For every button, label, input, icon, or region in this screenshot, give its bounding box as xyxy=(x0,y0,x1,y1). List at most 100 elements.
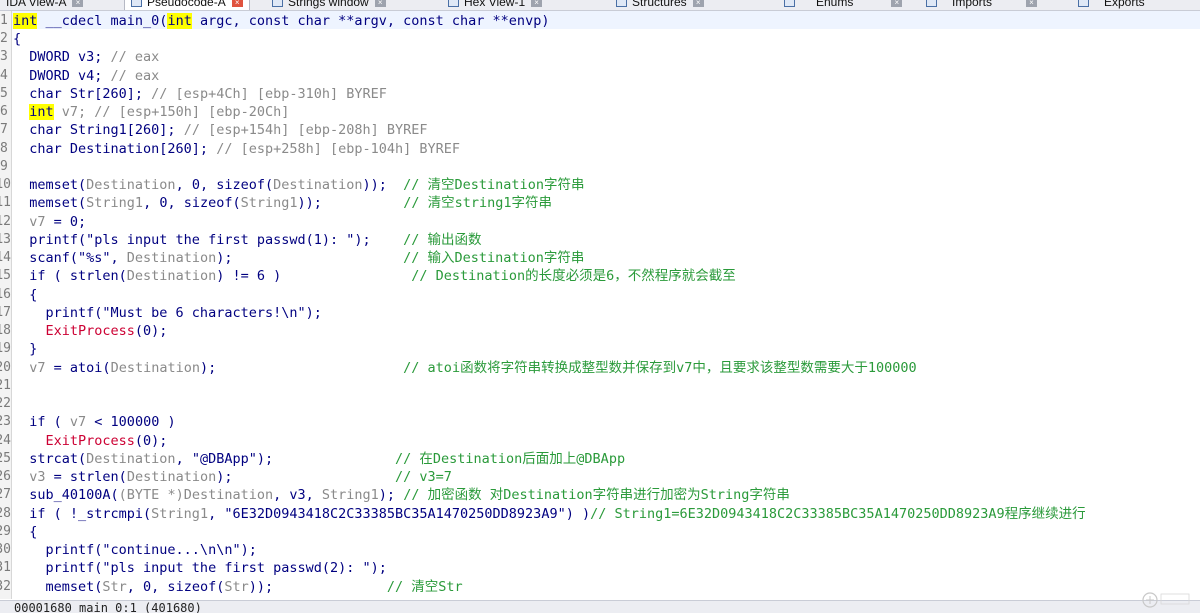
code-line-5[interactable]: char Str[260]; // [esp+4Ch] [ebp-310h] B… xyxy=(13,85,387,103)
watermark-logo xyxy=(1142,592,1190,608)
tab-ida-view-a[interactable]: IDA View-A × xyxy=(6,0,84,10)
line-number: 24 xyxy=(0,433,11,448)
code-line-15[interactable]: if ( strlen(Destination) != 6 ) // Desti… xyxy=(13,267,735,285)
code-text: __cdecl main_0( xyxy=(37,13,168,29)
close-icon[interactable]: × xyxy=(374,0,386,7)
close-icon[interactable]: × xyxy=(531,0,543,7)
code-line-11[interactable]: memset(String1, 0, sizeof(String1)); // … xyxy=(13,194,552,212)
code-text: printf("pls input the first passwd(1): "… xyxy=(13,232,404,248)
line-number: 3 xyxy=(0,49,8,64)
keyword-int-highlighted: int xyxy=(167,13,192,29)
code-line-2[interactable]: { xyxy=(13,30,21,48)
line-number: 14 xyxy=(0,250,11,265)
code-line-16[interactable]: { xyxy=(13,286,37,304)
code-comment: // v3=7 xyxy=(395,469,452,485)
close-icon[interactable]: × xyxy=(891,0,903,7)
code-comment: // String1=6E32D0943418C2C33385BC35A1470… xyxy=(590,506,1086,522)
code-text: , 0, sizeof( xyxy=(126,579,225,595)
code-comment: // 输出函数 xyxy=(403,232,482,248)
code-line-1[interactable]: int __cdecl main_0(int argc, const char … xyxy=(13,12,549,30)
tab-label: Imports xyxy=(952,0,993,9)
line-number: 28 xyxy=(0,506,11,521)
code-text: ); xyxy=(216,469,396,485)
code-line-24[interactable]: ExitProcess(0); xyxy=(13,432,168,450)
code-line-8[interactable]: char Destination[260]; // [esp+258h] [eb… xyxy=(13,140,460,158)
variable: String1 xyxy=(86,195,144,211)
tab-pseudocode-a[interactable]: Pseudocode-A × xyxy=(124,0,250,10)
code-text: < 100000 ) xyxy=(86,414,176,430)
code-line-7[interactable]: char String1[260]; // [esp+154h] [ebp-20… xyxy=(13,121,427,139)
tab-imports[interactable]: Imports × xyxy=(926,0,1038,10)
variable: Destination xyxy=(126,250,217,266)
code-line-29[interactable]: { xyxy=(13,523,37,541)
code-text: = 0; xyxy=(45,214,87,230)
code-text: , "6E32D0943418C2C33385BC35A1470250DD892… xyxy=(208,506,591,522)
window-icon xyxy=(131,0,142,7)
code-line-3[interactable]: DWORD v3; // eax xyxy=(13,48,159,66)
code-line-19[interactable]: } xyxy=(13,340,37,358)
close-icon[interactable]: × xyxy=(231,0,243,7)
code-line-32[interactable]: memset(Str, 0, sizeof(Str)); // 清空Str xyxy=(13,578,463,596)
close-icon[interactable]: × xyxy=(72,0,84,7)
code-line-30[interactable]: printf("continue...\n\n"); xyxy=(13,541,257,559)
variable: Str xyxy=(102,579,127,595)
tab-exports[interactable]: Exports xyxy=(1078,0,1145,10)
code-comment: // 加密函数 对Destination字符串进行加密为String字符串 xyxy=(403,487,790,503)
pseudocode-editor[interactable]: 1 2 3 4 5 6 7 8 9 10 11 12 13 14 15 16 1… xyxy=(0,11,1200,599)
code-line-14[interactable]: scanf("%s", Destination); // 输入Destinati… xyxy=(13,249,584,267)
window-icon xyxy=(272,0,283,7)
code-line-23[interactable]: if ( v7 < 100000 ) xyxy=(13,413,176,431)
code-line-12[interactable]: v7 = 0; xyxy=(13,213,86,231)
tab-strings-window[interactable]: Strings window × xyxy=(272,0,386,10)
code-text: , 0, sizeof( xyxy=(143,195,241,211)
line-number: 32 xyxy=(0,579,11,594)
tab-structures[interactable]: Structures × xyxy=(616,0,704,10)
code-line-25[interactable]: strcat(Destination, "@DBApp"); // 在Desti… xyxy=(13,450,625,468)
code-text: char Str[260]; xyxy=(13,86,152,102)
tab-label: Enums xyxy=(816,0,854,9)
variable: Destination xyxy=(126,469,217,485)
close-icon[interactable]: × xyxy=(692,0,704,7)
variable: Destination xyxy=(273,177,363,193)
code-text: if ( !_strcmpi( xyxy=(13,506,152,522)
window-icon xyxy=(784,0,795,7)
variable: String1 xyxy=(240,195,298,211)
code-text: ); xyxy=(216,250,404,266)
line-number: 31 xyxy=(0,560,11,575)
code-line-6[interactable]: int v7; // [esp+150h] [ebp-20Ch] xyxy=(13,103,289,121)
variable: Str xyxy=(224,579,249,595)
code-text: memset( xyxy=(13,177,87,193)
tab-enums[interactable]: Enums × xyxy=(784,0,903,10)
code-line-28[interactable]: if ( !_strcmpi(String1, "6E32D0943418C2C… xyxy=(13,505,1086,523)
window-icon xyxy=(1078,0,1089,7)
variable: v7 xyxy=(29,214,46,230)
code-line-26[interactable]: v3 = strlen(Destination); // v3=7 xyxy=(13,468,452,486)
status-address: 00001680 main_0:1 (401680) xyxy=(14,601,202,613)
line-number: 19 xyxy=(0,341,11,356)
line-number: 13 xyxy=(0,232,11,247)
code-line-10[interactable]: memset(Destination, 0, sizeof(Destinatio… xyxy=(13,176,584,194)
tab-hex-view-1[interactable]: Hex View-1 × xyxy=(448,0,543,10)
code-text: sub_40100A( xyxy=(13,487,119,503)
code-line-13[interactable]: printf("pls input the first passwd(1): "… xyxy=(13,231,482,249)
api-function: ExitProcess xyxy=(45,433,135,449)
code-text: char String1[260]; xyxy=(13,122,184,138)
code-text: memset( xyxy=(13,579,103,595)
variable: String1 xyxy=(151,506,209,522)
line-number: 18 xyxy=(0,323,11,338)
line-number: 16 xyxy=(0,287,11,302)
code-line-17[interactable]: printf("Must be 6 characters!\n"); xyxy=(13,304,322,322)
line-number: 30 xyxy=(0,542,11,557)
keyword-int-highlighted: int xyxy=(13,13,38,29)
code-line-20[interactable]: v7 = atoi(Destination); // atoi函数将字符串转换成… xyxy=(13,359,916,377)
close-icon[interactable]: × xyxy=(1026,0,1038,7)
code-line-31[interactable]: printf("pls input the first passwd(2): "… xyxy=(13,559,387,577)
code-line-27[interactable]: sub_40100A((BYTE *)Destination, v3, Stri… xyxy=(13,486,790,504)
code-line-18[interactable]: ExitProcess(0); xyxy=(13,322,168,340)
line-number: 8 xyxy=(0,141,8,156)
tab-label: Structures xyxy=(632,0,687,9)
code-line-4[interactable]: DWORD v4; // eax xyxy=(13,67,159,85)
